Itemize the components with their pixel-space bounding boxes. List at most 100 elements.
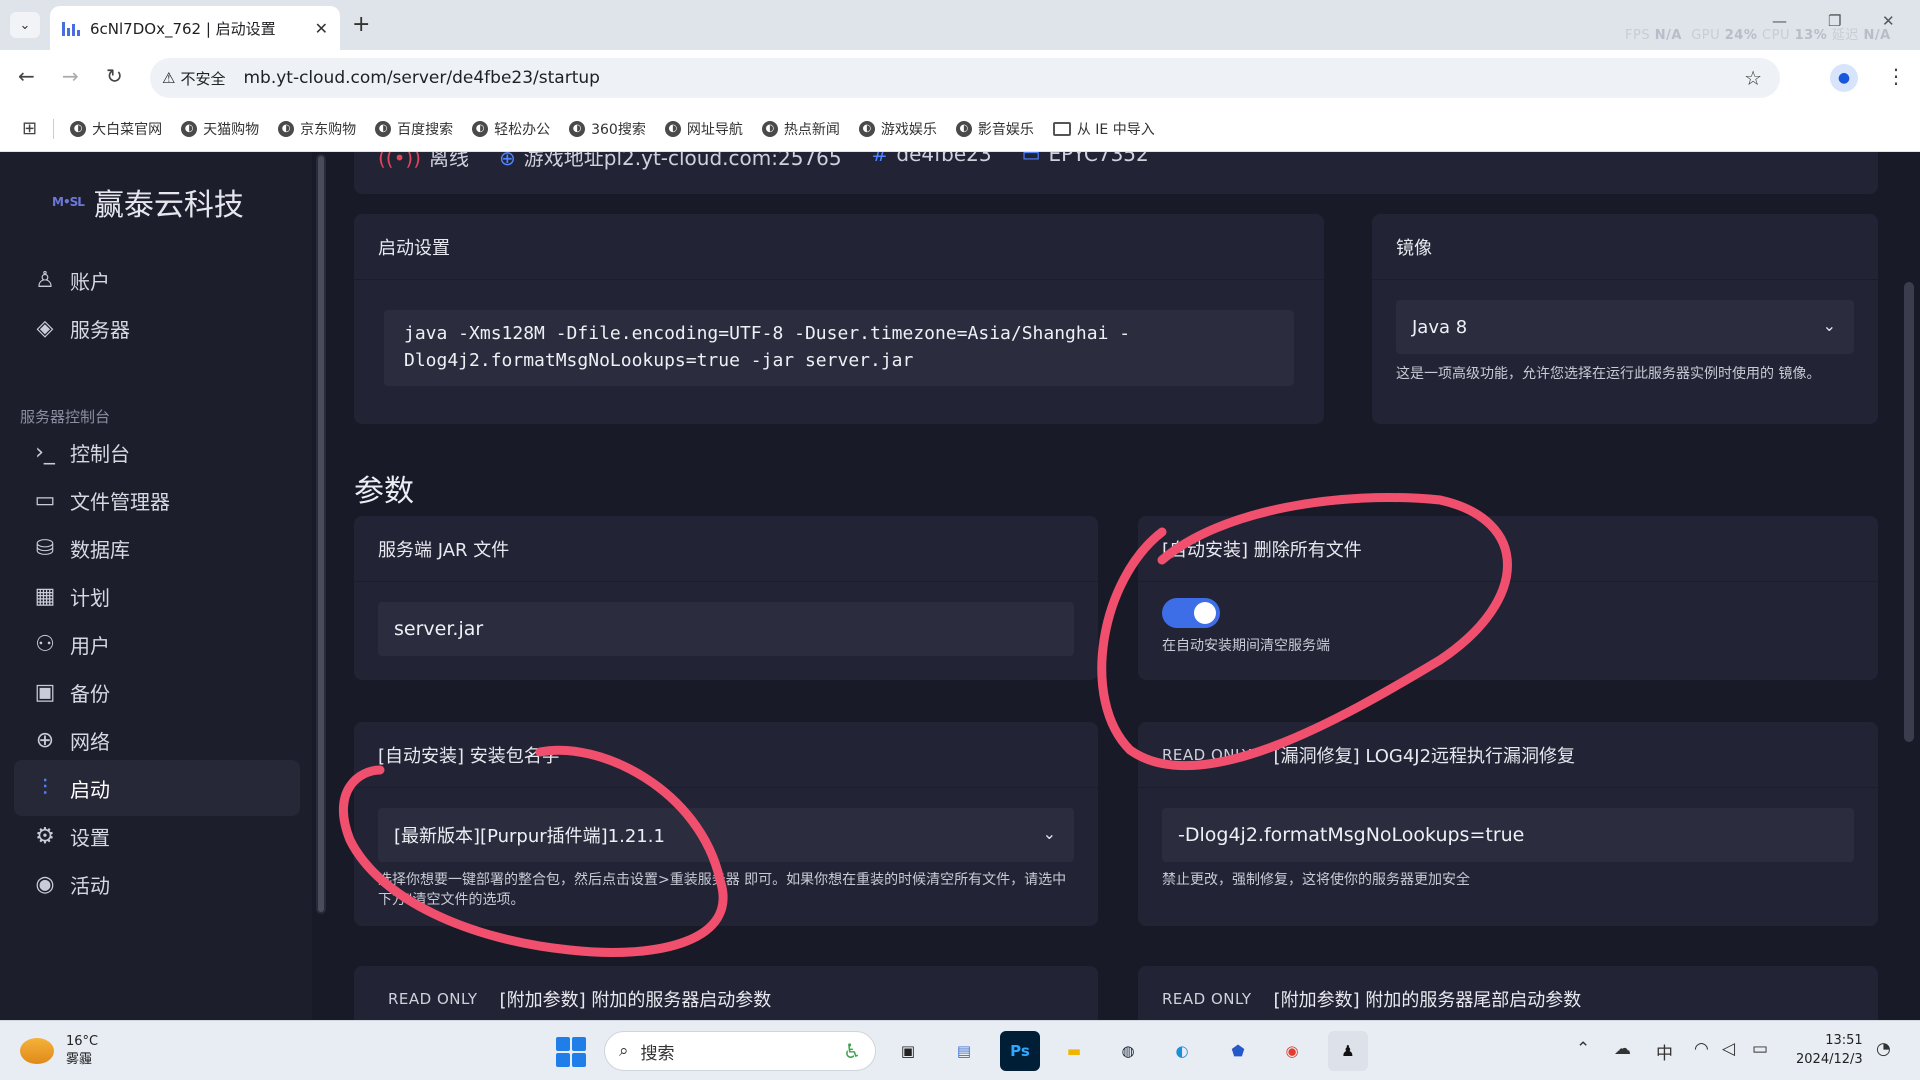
params-title: 参数	[354, 474, 414, 509]
qq-icon[interactable]: ♟	[1328, 1031, 1368, 1071]
bookmarks-divider	[53, 118, 55, 139]
windows-start-icon[interactable]	[556, 1037, 586, 1067]
tab-close-icon[interactable]: ✕	[315, 19, 328, 38]
bookmark-item[interactable]: ◐ 天猫购物	[181, 119, 259, 139]
browser-toolbar: ← → ↻ ⚠ 不安全 mb.yt-cloud.com/server/de4fbe…	[0, 50, 1920, 106]
wifi-icon[interactable]: ◠	[1694, 1039, 1709, 1059]
globe-icon: ◐	[375, 120, 392, 137]
globe-icon: ◐	[472, 120, 489, 137]
hash-icon: #	[871, 152, 889, 166]
param-extra-start-header: READ ONLY [附加参数] 附加的服务器启动参数	[354, 966, 1098, 1020]
param-jar-input[interactable]: server.jar	[378, 602, 1074, 656]
bookmark-item[interactable]: ◐ 360搜索	[569, 119, 646, 139]
docker-image-select[interactable]: Java 8 ⌄	[1396, 300, 1854, 354]
docker-image-help: 这是一项高级功能，允许您选择在运行此服务器实例时使用的 镜像。	[1396, 366, 1821, 382]
warning-icon: ⚠	[162, 69, 176, 87]
param-log4j-help: 禁止更改，强制修复，这将使你的服务器更加安全	[1162, 872, 1470, 888]
volume-icon[interactable]: ◁	[1722, 1039, 1735, 1059]
bookmark-item[interactable]: ◐ 网址导航	[664, 119, 743, 139]
layers-icon: ◈	[36, 315, 54, 341]
notification-bell-icon[interactable]: ◔	[1876, 1039, 1891, 1059]
photoshop-icon[interactable]: Ps	[1000, 1031, 1040, 1071]
browser-tabbar: ⌄ 6cNl7DOx_762 | 启动设置 ✕ + FPS N/A GPU 24…	[0, 0, 1920, 50]
readonly-badge: READ ONLY	[1162, 745, 1252, 764]
browser-menu-icon[interactable]: ⋮	[1886, 64, 1906, 88]
chevron-down-icon: ⌄	[1042, 824, 1056, 843]
globe-icon: ◐	[664, 120, 681, 137]
bookmark-item[interactable]: ◐ 影音娱乐	[955, 119, 1034, 139]
sidebar-item-activity[interactable]: ◉ 活动	[14, 856, 300, 912]
weather-widget[interactable]: 16°C 雾霾	[20, 1033, 98, 1069]
new-tab-icon[interactable]: +	[352, 12, 370, 37]
taskbar-search[interactable]: ⌕ 搜索 ♿	[604, 1031, 876, 1071]
param-wipe-toggle[interactable]	[1162, 598, 1220, 628]
haze-icon	[20, 1038, 54, 1064]
sidebar-scrollbar[interactable]	[316, 154, 326, 914]
readonly-badge: READ ONLY	[388, 989, 478, 1008]
tab-search-icon[interactable]: ⌄	[10, 12, 40, 38]
file-explorer-icon[interactable]: ▬	[1054, 1031, 1094, 1071]
param-jar-card: 服务端 JAR 文件 server.jar	[354, 516, 1098, 680]
globe-icon: ◐	[858, 120, 875, 137]
security-indicator[interactable]: ⚠ 不安全	[162, 68, 237, 89]
main-scrollbar[interactable]	[1904, 282, 1914, 742]
remote-desktop-icon[interactable]: ▤	[944, 1031, 984, 1071]
reload-icon[interactable]: ↻	[106, 64, 123, 88]
bookmark-item[interactable]: ◐ 京东购物	[278, 119, 356, 139]
bookmark-item[interactable]: ◐ 热点新闻	[761, 119, 840, 139]
steam-icon[interactable]: ◍	[1108, 1031, 1148, 1071]
search-icon: ⌕	[619, 1041, 629, 1061]
brand[interactable]: M•SL 赢泰云科技	[52, 180, 244, 224]
profile-avatar-icon[interactable]: ●	[1830, 64, 1858, 92]
globe-icon: ⊕	[35, 727, 55, 753]
bookmark-item[interactable]: ◐ 百度搜索	[375, 119, 453, 139]
tray-chevron-up-icon[interactable]: ⌃	[1576, 1039, 1590, 1059]
chrome-icon[interactable]: ◉	[1272, 1031, 1312, 1071]
chevron-down-icon: ⌄	[1822, 316, 1836, 335]
globe-icon: ◐	[278, 120, 295, 137]
status-offline: ((•)) 离线	[378, 152, 469, 171]
ime-indicator[interactable]: 中	[1656, 1039, 1673, 1064]
bookmark-item[interactable]: ◐ 大白菜官网	[70, 119, 162, 139]
sidebar-item-servers[interactable]: ◈ 服务器	[14, 300, 300, 356]
globe-icon: ◐	[761, 120, 778, 137]
edge-icon[interactable]: ◐	[1162, 1031, 1202, 1071]
brand-name: 赢泰云科技	[93, 188, 244, 223]
bookmark-import[interactable]: 从 IE 中导入	[1052, 119, 1155, 139]
startup-command[interactable]: java -Xms128M -Dfile.encoding=UTF-8 -Dus…	[384, 310, 1294, 386]
minimize-icon[interactable]: —	[1772, 12, 1787, 30]
browser-tab[interactable]: 6cNl7DOx_762 | 启动设置 ✕	[50, 6, 340, 50]
calendar-icon: ▦	[34, 583, 56, 609]
terminal-icon: ›_	[35, 439, 55, 465]
window-close-icon[interactable]: ✕	[1882, 12, 1895, 30]
server-icon: ▭	[1021, 152, 1041, 166]
param-package-select[interactable]: [最新版本][Purpur插件端]1.21.1 ⌄	[378, 808, 1074, 862]
forward-icon[interactable]: →	[62, 64, 79, 88]
bookmark-item[interactable]: ◐ 轻松办公	[472, 119, 550, 139]
param-wipe-title: [自动安装] 删除所有文件	[1138, 516, 1878, 582]
tab-favicon-icon	[62, 20, 80, 36]
server-address[interactable]: ⊕ 游戏地址pl2.yt-cloud.com:25765	[499, 152, 842, 171]
onedrive-cloud-icon[interactable]: ☁	[1614, 1039, 1631, 1059]
address-bar[interactable]: ⚠ 不安全 mb.yt-cloud.com/server/de4fbe23/sta…	[150, 58, 1780, 98]
restore-icon[interactable]: ❐	[1828, 12, 1841, 30]
apps-grid-icon[interactable]: ⊞	[22, 118, 37, 139]
startup-command-title: 启动设置	[354, 214, 1324, 280]
url-text[interactable]: mb.yt-cloud.com/server/de4fbe23/startup	[237, 68, 599, 88]
folder-icon: ▭	[34, 487, 56, 513]
main-content: ((•)) 离线 ⊕ 游戏地址pl2.yt-cloud.com:25765 # de4…	[330, 152, 1902, 1020]
docker-image-card: 镜像 Java 8 ⌄ 这是一项高级功能，允许您选择在运行此服务器实例时使用的 …	[1372, 214, 1878, 424]
param-log4j-title: [漏洞修复] LOG4J2远程执行漏洞修复	[1273, 745, 1576, 767]
vpn-shield-icon[interactable]: ⬟	[1218, 1031, 1258, 1071]
gear-icon: ⚙	[35, 823, 55, 849]
docker-image-title: 镜像	[1372, 214, 1878, 280]
param-extra-tail-title: [附加参数] 附加的服务器尾部启动参数	[1273, 989, 1582, 1011]
param-package-help: 选择你想要一键部署的整合包，然后点击设置>重装服务器 即可。如果你想在重装的时候…	[378, 872, 1067, 908]
search-highlight-icon: ♿	[843, 1039, 861, 1063]
bookmark-item[interactable]: ◐ 游戏娱乐	[858, 119, 937, 139]
back-icon[interactable]: ←	[18, 64, 35, 88]
bookmark-star-icon[interactable]: ☆	[1744, 66, 1762, 90]
system-clock[interactable]: 13:51 2024/12/3	[1796, 1031, 1863, 1069]
battery-icon[interactable]: ▭	[1752, 1039, 1768, 1059]
task-view-icon[interactable]: ▣	[888, 1031, 928, 1071]
